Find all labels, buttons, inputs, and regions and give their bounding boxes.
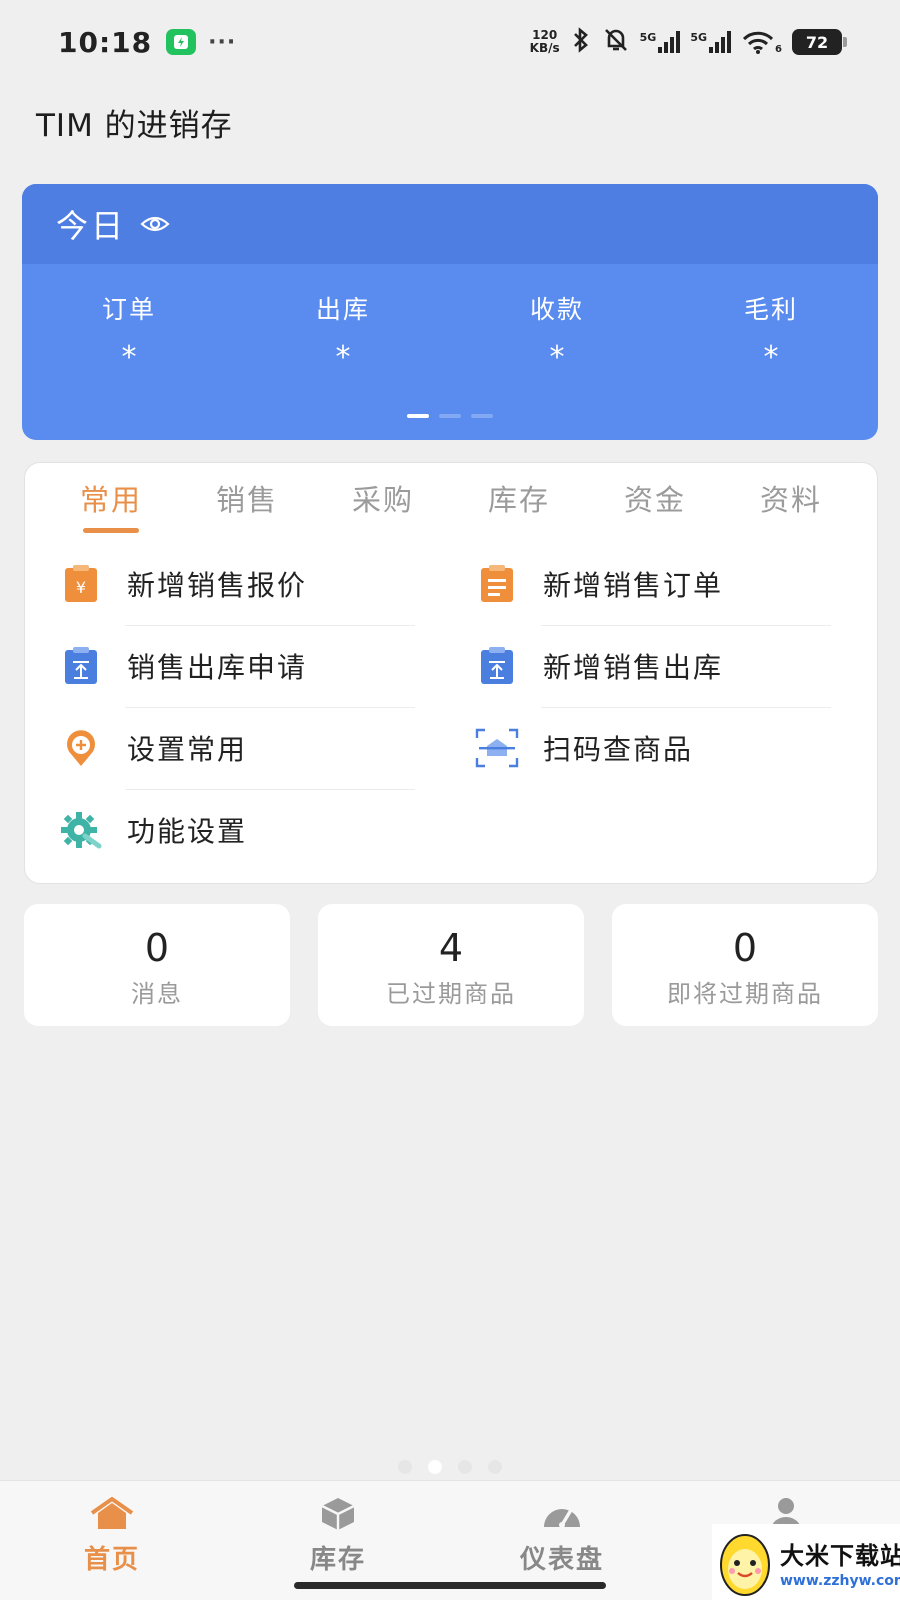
nav-label: 首页 (83, 1545, 140, 1575)
nav-inventory[interactable]: 库存 (278, 1495, 398, 1576)
function-label: 新增销售订单 (543, 569, 724, 602)
counters: 0 消息 4 已过期商品 0 即将过期商品 (24, 904, 878, 1026)
svg-text:¥: ¥ (76, 578, 86, 597)
category-tabs: 常用 销售 采购 库存 资金 资料 (25, 463, 877, 543)
today-card[interactable]: 今日 订单 * 出库 * 收款 * 毛利 * (22, 184, 878, 440)
scan-icon (475, 726, 519, 770)
counter-label: 即将过期商品 (667, 980, 823, 1008)
new-sales-order-button[interactable]: 新增销售订单 (475, 543, 835, 625)
nav-label: 仪表盘 (519, 1545, 604, 1575)
nav-label: 库存 (309, 1545, 366, 1575)
stat-gross-profit[interactable]: 毛利 * (664, 290, 878, 375)
tab-inventory[interactable]: 库存 (451, 463, 587, 543)
watermark-title: 大米下载站 (780, 1541, 900, 1570)
stat-label: 收款 (529, 295, 584, 324)
stat-value: * (335, 340, 351, 375)
net-speed: 120 KB/s (530, 29, 560, 55)
counter-label: 已过期商品 (386, 980, 516, 1008)
tab-master-data[interactable]: 资料 (723, 463, 859, 543)
tab-sales[interactable]: 销售 (179, 463, 315, 543)
tab-funds[interactable]: 资金 (587, 463, 723, 543)
counter-label: 消息 (131, 980, 183, 1008)
today-stats: 订单 * 出库 * 收款 * 毛利 * (22, 264, 878, 375)
page-dot-active (428, 1460, 442, 1474)
site-watermark: 大米下载站 www.zzhyw.com (712, 1524, 900, 1600)
stat-orders[interactable]: 订单 * (22, 290, 236, 375)
stat-label: 毛利 (743, 295, 798, 324)
mascot-logo-icon (716, 1527, 774, 1597)
eye-icon[interactable] (140, 214, 170, 234)
net-speed-unit: KB/s (529, 41, 560, 55)
settings-gear-icon (59, 808, 103, 852)
scan-product-button[interactable]: 扫码查商品 (475, 707, 835, 789)
function-label: 销售出库申请 (127, 651, 308, 684)
set-favorites-button[interactable]: 设置常用 (59, 707, 419, 789)
expired-products-counter[interactable]: 4 已过期商品 (318, 904, 584, 1026)
pager-dot-active (407, 414, 429, 418)
signal-icon-2: 5G (690, 31, 732, 53)
sim2-label: 5G (690, 31, 708, 44)
quote-icon: ¥ (59, 562, 103, 606)
outbound-icon (475, 644, 519, 688)
battery-icon: 72 (792, 29, 847, 55)
status-time: 10:18 (58, 25, 153, 59)
nav-dashboard[interactable]: 仪表盘 (502, 1495, 622, 1576)
status-bar: 10:18 ··· 120 KB/s 5G 5G 6 72 (0, 0, 900, 84)
tab-common[interactable]: 常用 (43, 463, 179, 543)
sim1-label: 5G (639, 31, 657, 44)
counter-value: 0 (144, 926, 170, 970)
page-indicator (0, 1460, 900, 1474)
tab-purchase[interactable]: 采购 (315, 463, 451, 543)
counter-value: 4 (438, 926, 464, 970)
page-dot (488, 1460, 502, 1474)
nav-home[interactable]: 首页 (52, 1495, 172, 1576)
stat-receipts[interactable]: 收款 * (450, 290, 664, 375)
wifi-badge: 6 (775, 44, 782, 55)
gesture-home-bar[interactable] (294, 1582, 606, 1589)
new-sales-quote-button[interactable]: ¥ 新增销售报价 (59, 543, 419, 625)
new-sales-outbound-button[interactable]: 新增销售出库 (475, 625, 835, 707)
dashboard-icon (502, 1495, 622, 1533)
watermark-url: www.zzhyw.com (780, 1572, 900, 1589)
wifi-icon: 6 (741, 29, 782, 55)
function-label: 设置常用 (127, 733, 248, 766)
pin-add-icon (59, 726, 103, 770)
app-notification-icon (166, 29, 197, 55)
box-icon (278, 1495, 398, 1533)
function-label: 新增销售报价 (127, 569, 308, 602)
stat-value: * (763, 340, 779, 375)
function-label: 功能设置 (127, 815, 248, 848)
function-label: 新增销售出库 (543, 651, 724, 684)
counter-value: 0 (732, 926, 758, 970)
page-dot (398, 1460, 412, 1474)
stat-value: * (549, 340, 565, 375)
today-header: 今日 (22, 184, 878, 264)
stat-value: * (121, 340, 137, 375)
stat-label: 订单 (101, 295, 156, 324)
function-label: 扫码查商品 (543, 733, 694, 766)
page-title: TIM 的进销存 (36, 108, 233, 144)
messages-counter[interactable]: 0 消息 (24, 904, 290, 1026)
more-notifications-icon: ··· (208, 29, 237, 55)
function-card: 常用 销售 采购 库存 资金 资料 ¥ 新增销售报价 新增销售订单 销售出库申请 (24, 462, 878, 884)
pager-dot (439, 414, 461, 418)
pager-dot (471, 414, 493, 418)
signal-icon: 5G (640, 31, 681, 53)
function-settings-button[interactable]: 功能设置 (59, 789, 419, 871)
page-dot (458, 1460, 472, 1474)
today-label: 今日 (56, 207, 127, 245)
sales-outbound-request-button[interactable]: 销售出库申请 (59, 625, 419, 707)
order-icon (475, 562, 519, 606)
home-icon (52, 1495, 172, 1533)
bluetooth-icon (570, 27, 592, 57)
expiring-products-counter[interactable]: 0 即将过期商品 (612, 904, 878, 1026)
mute-bell-icon (602, 26, 630, 58)
stat-outbound[interactable]: 出库 * (236, 290, 450, 375)
today-pager (22, 414, 878, 418)
outbound-request-icon (59, 644, 103, 688)
stat-label: 出库 (315, 295, 370, 324)
